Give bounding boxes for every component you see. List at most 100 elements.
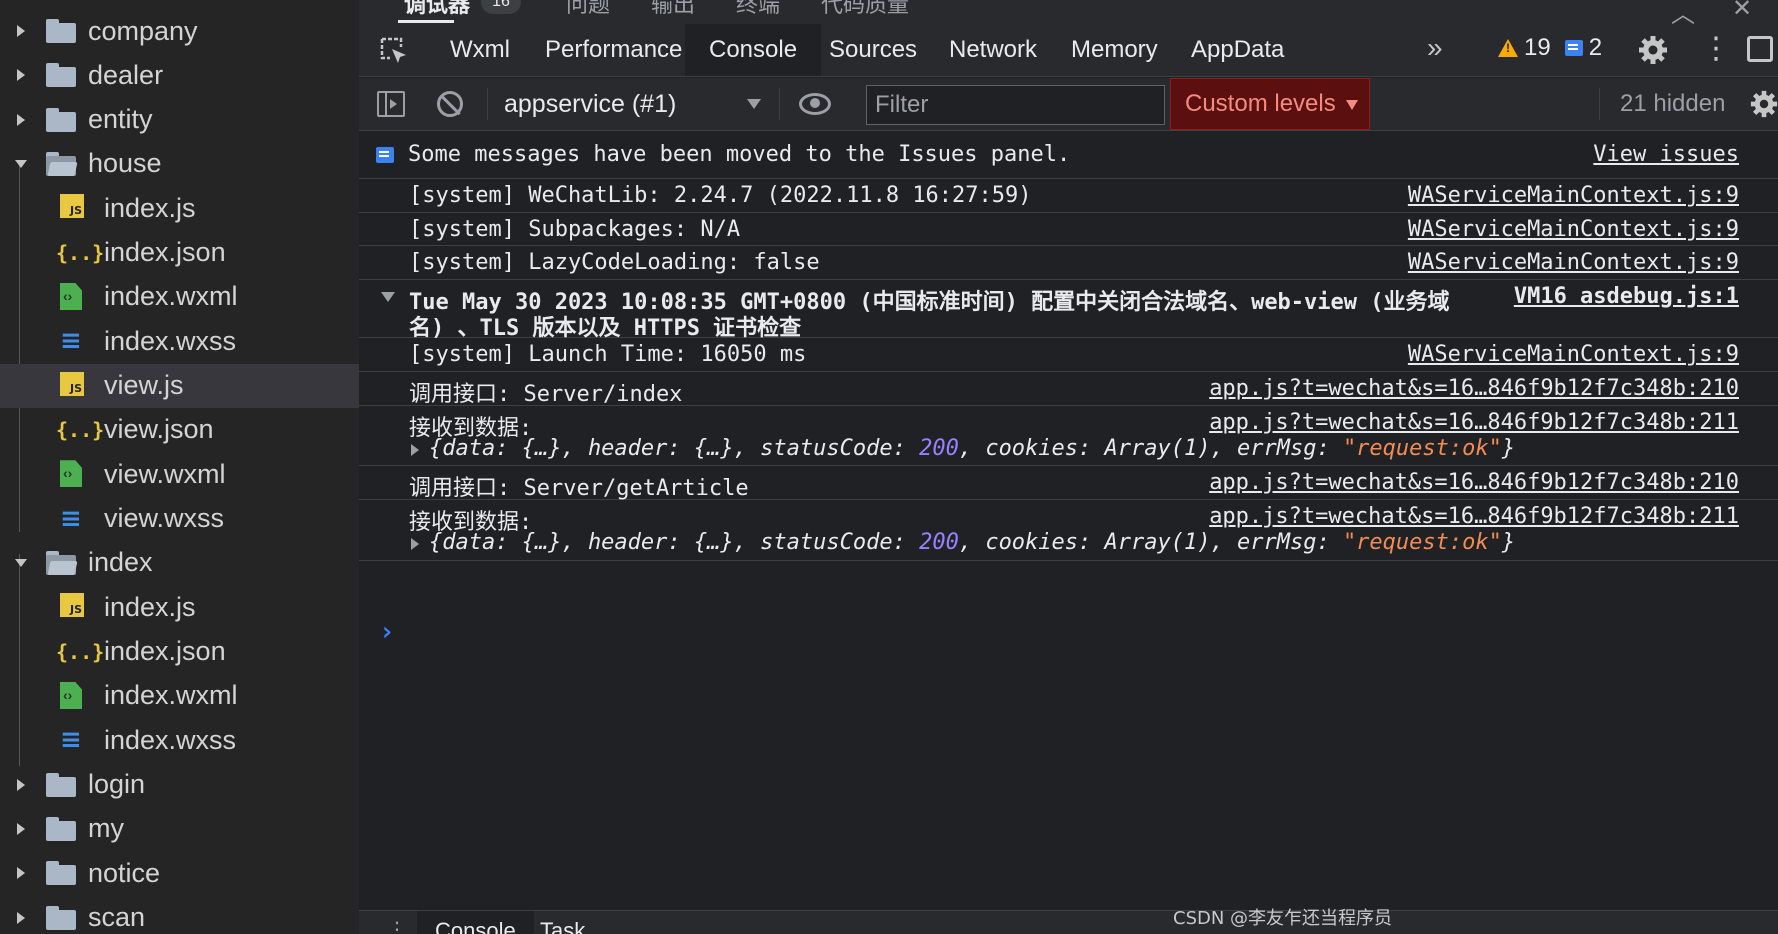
source-link[interactable]: WAServiceMainContext.js:9 <box>1408 217 1739 242</box>
chevron-right-icon[interactable] <box>14 778 28 792</box>
tree-folder[interactable]: notice <box>0 851 359 895</box>
issues-counter[interactable]: 19 2 <box>1498 34 1602 62</box>
drawer-tab-console[interactable]: Console <box>417 911 534 934</box>
tree-item-label: index.wxml <box>104 680 238 711</box>
tab-performance[interactable]: Performance <box>521 24 706 76</box>
chevron-right-icon[interactable] <box>14 911 28 925</box>
tree-file[interactable]: view.wxml <box>0 452 359 496</box>
folder-icon <box>46 19 76 45</box>
console-group[interactable]: Tue May 30 2023 10:08:35 GMT+0800 (中国标准时… <box>359 280 1778 341</box>
inspect-element-icon[interactable] <box>379 36 409 66</box>
group-expand-icon[interactable] <box>381 292 395 302</box>
tree-folder[interactable]: house <box>0 142 359 186</box>
tree-folder[interactable]: dealer <box>0 53 359 97</box>
tree-file[interactable]: {..} index.json <box>0 231 359 275</box>
console-message: 接收到数据: app.js?t=wechat&s=16…846f9b12f7c3… <box>359 406 1778 466</box>
tab-output[interactable]: 输出 <box>651 0 695 19</box>
tree-file[interactable]: JS index.js <box>0 585 359 629</box>
filter-input[interactable] <box>866 85 1165 125</box>
source-link[interactable]: WAServiceMainContext.js:9 <box>1408 342 1739 367</box>
tab-appdata[interactable]: AppData <box>1167 24 1308 76</box>
tab-code-quality[interactable]: 代码质量 <box>821 0 909 19</box>
view-issues-link[interactable]: View issues <box>1593 142 1739 167</box>
toolbar-divider <box>487 88 488 120</box>
settings-gear-icon[interactable] <box>1637 34 1669 66</box>
console-settings-gear-icon[interactable] <box>1749 89 1778 119</box>
console-message-text: [system] Subpackages: N/A <box>409 217 741 242</box>
object-preview[interactable]: {data: {…}, header: {…}, statusCode: 200… <box>429 436 1515 461</box>
tree-folder[interactable]: login <box>0 763 359 807</box>
file-explorer: company dealer entity house JS index.js {..} in… <box>0 0 359 934</box>
show-console-sidebar-icon[interactable] <box>377 91 405 117</box>
tree-file[interactable]: index.wxml <box>0 275 359 319</box>
close-icon[interactable]: ✕ <box>1732 0 1752 23</box>
folder-icon <box>46 905 76 932</box>
tree-folder[interactable]: scan <box>0 896 359 934</box>
more-options-icon[interactable]: ⋮ <box>1701 32 1731 66</box>
chevron-down-icon[interactable] <box>747 99 761 109</box>
more-tabs-icon[interactable]: » <box>1427 32 1443 64</box>
chevron-right-icon[interactable] <box>14 822 28 836</box>
dock-side-icon[interactable] <box>1747 36 1773 62</box>
chevron-down-icon[interactable] <box>14 157 28 171</box>
tree-item-label: index.json <box>104 237 226 268</box>
tab-terminal[interactable]: 终端 <box>736 0 780 19</box>
tree-folder[interactable]: my <box>0 807 359 851</box>
tree-file[interactable]: JS view.js <box>0 363 359 408</box>
log-levels-dropdown[interactable]: Custom levels <box>1170 78 1370 130</box>
tree-folder[interactable]: entity <box>0 98 359 142</box>
tree-folder[interactable]: company <box>0 9 359 53</box>
console-prompt-icon[interactable]: › <box>379 617 395 647</box>
tab-console[interactable]: Console <box>685 24 822 76</box>
tree-file[interactable]: {..} view.json <box>0 408 359 452</box>
js-file-icon: JS <box>60 593 88 621</box>
tree-file[interactable]: {..} index.json <box>0 630 359 674</box>
execution-context-select[interactable]: appservice (#1) <box>504 78 676 130</box>
tab-network[interactable]: Network <box>925 24 1061 76</box>
tab-sources[interactable]: Sources <box>805 24 941 76</box>
chevron-right-icon[interactable] <box>14 866 28 880</box>
console-message-text: 调用接口: Server/getArticle <box>409 476 749 501</box>
source-link[interactable]: app.js?t=wechat&s=16…846f9b12f7c348b:211 <box>1209 504 1739 529</box>
expand-object-icon[interactable] <box>411 444 419 456</box>
js-file-icon: JS <box>60 194 88 222</box>
chevron-right-icon[interactable] <box>14 113 28 127</box>
collapse-icon[interactable]: ︿ <box>1671 0 1695 24</box>
console-drawer-tabbar: ⋮ Console Task <box>359 910 1778 934</box>
drawer-menu-icon[interactable]: ⋮ <box>387 917 407 934</box>
chevron-right-icon[interactable] <box>14 24 28 38</box>
tab-wxml[interactable]: Wxml <box>426 24 534 76</box>
clear-console-icon[interactable] <box>437 91 463 117</box>
console-message-text: [system] Launch Time: 16050 ms <box>409 342 807 367</box>
tab-memory[interactable]: Memory <box>1047 24 1182 76</box>
source-link[interactable]: app.js?t=wechat&s=16…846f9b12f7c348b:211 <box>1209 410 1739 435</box>
folder-icon <box>46 772 76 799</box>
devtools-panel: 调试器 16 问题 输出 终端 代码质量 ︿ ✕ Wxml Performanc… <box>359 0 1778 934</box>
tree-file[interactable]: index.wxml <box>0 674 359 718</box>
source-link[interactable]: WAServiceMainContext.js:9 <box>1408 250 1739 275</box>
debugger-tab-strip: 调试器 16 问题 输出 终端 代码质量 ︿ ✕ <box>359 0 1778 24</box>
object-preview[interactable]: {data: {…}, header: {…}, statusCode: 200… <box>429 530 1515 555</box>
tab-issues[interactable]: 问题 <box>566 0 610 19</box>
source-link[interactable]: app.js?t=wechat&s=16…846f9b12f7c348b:210 <box>1209 376 1739 401</box>
drawer-tab-task[interactable]: Task <box>522 911 603 934</box>
source-link[interactable]: app.js?t=wechat&s=16…846f9b12f7c348b:210 <box>1209 470 1739 495</box>
json-file-icon: {..} <box>56 417 105 442</box>
wxml-file-icon <box>60 460 88 488</box>
live-expression-eye-icon[interactable] <box>799 93 831 115</box>
tree-file[interactable]: ≡ index.wxss <box>0 718 359 762</box>
tree-folder[interactable]: index <box>0 541 359 585</box>
tree-file[interactable]: ≡ index.wxss <box>0 319 359 363</box>
tree-file[interactable]: JS index.js <box>0 186 359 230</box>
issues-banner: Some messages have been moved to the Iss… <box>359 132 1778 179</box>
expand-object-icon[interactable] <box>411 538 419 550</box>
issues-icon <box>376 147 394 163</box>
chevron-right-icon[interactable] <box>14 68 28 82</box>
wxss-file-icon: ≡ <box>60 503 82 534</box>
tab-debugger[interactable]: 调试器 <box>404 0 470 19</box>
tree-file[interactable]: ≡ view.wxss <box>0 497 359 541</box>
source-link[interactable]: WAServiceMainContext.js:9 <box>1408 183 1739 208</box>
console-message: 接收到数据: app.js?t=wechat&s=16…846f9b12f7c3… <box>359 500 1778 561</box>
chevron-down-icon[interactable] <box>14 556 28 570</box>
source-link[interactable]: VM16 asdebug.js:1 <box>1514 284 1739 309</box>
